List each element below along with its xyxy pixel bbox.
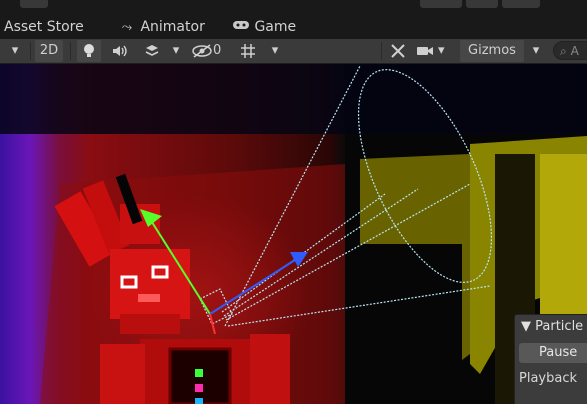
tab-animator[interactable]: ⤳ Animator <box>118 17 205 37</box>
chevron-down-icon[interactable]: ▾ <box>166 40 186 62</box>
tools-icon <box>391 44 405 58</box>
effects-toggle-button[interactable] <box>140 40 164 62</box>
scene-toolbar: ▾ 2D ▾ 0 ▾ ▾ Gizmos ▾ ⌕ A <box>0 39 587 64</box>
scene-search-input[interactable]: ⌕ A <box>553 41 587 60</box>
collapse-triangle-icon[interactable]: ▼ <box>521 319 531 334</box>
chevron-down-icon[interactable]: ▾ <box>264 40 286 62</box>
search-placeholder: A <box>570 44 579 58</box>
lightbulb-icon <box>84 44 94 57</box>
tab-asset-store[interactable]: Asset Store <box>4 17 84 37</box>
camera-settings-button[interactable]: ▾ <box>416 40 458 62</box>
top-strip <box>0 0 587 13</box>
chevron-down-icon[interactable]: ▾ <box>4 40 26 62</box>
pause-button[interactable]: Pause <box>519 343 587 363</box>
chevron-down-icon[interactable]: ▾ <box>526 40 546 62</box>
gizmos-button[interactable]: Gizmos <box>460 40 524 62</box>
editor-tab-bar: Asset Store ⤳ Animator Game <box>0 13 587 40</box>
scene-visibility-button[interactable]: 0 <box>191 40 229 62</box>
search-icon: ⌕ <box>560 44 567 58</box>
scene-render <box>0 64 587 404</box>
divider <box>70 42 71 60</box>
tab-label: Animator <box>140 19 205 35</box>
scene-viewport[interactable]: ▼ Particle Pause Playback <box>0 64 587 404</box>
tab-game[interactable]: Game <box>232 17 296 37</box>
chevron-down-icon: ▾ <box>438 43 445 58</box>
top-chip <box>502 0 540 8</box>
layers-icon <box>145 45 159 56</box>
playback-label: Playback <box>519 371 578 386</box>
grid-toggle-button[interactable] <box>236 40 260 62</box>
gamepad-icon <box>232 18 250 38</box>
panel-title-text: Particle <box>535 319 584 334</box>
camera-icon <box>417 47 433 55</box>
particle-effect-panel: ▼ Particle Pause Playback <box>514 314 587 404</box>
tools-button[interactable] <box>386 40 410 62</box>
panel-title: ▼ Particle <box>521 319 583 334</box>
divider <box>30 42 31 60</box>
top-chip <box>20 0 48 8</box>
audio-toggle-button[interactable] <box>108 40 132 62</box>
speaker-icon <box>113 45 127 57</box>
tab-label: Game <box>254 19 297 35</box>
eye-slash-icon <box>192 44 212 58</box>
2d-toggle-button[interactable]: 2D <box>35 40 63 62</box>
tab-label: Asset Store <box>4 19 84 35</box>
top-chip <box>466 0 498 8</box>
hidden-count: 0 <box>213 43 222 58</box>
grid-icon <box>241 44 255 58</box>
lighting-toggle-button[interactable] <box>77 40 101 62</box>
animator-icon: ⤳ <box>121 20 133 35</box>
top-chip <box>420 0 462 8</box>
divider <box>381 42 382 60</box>
